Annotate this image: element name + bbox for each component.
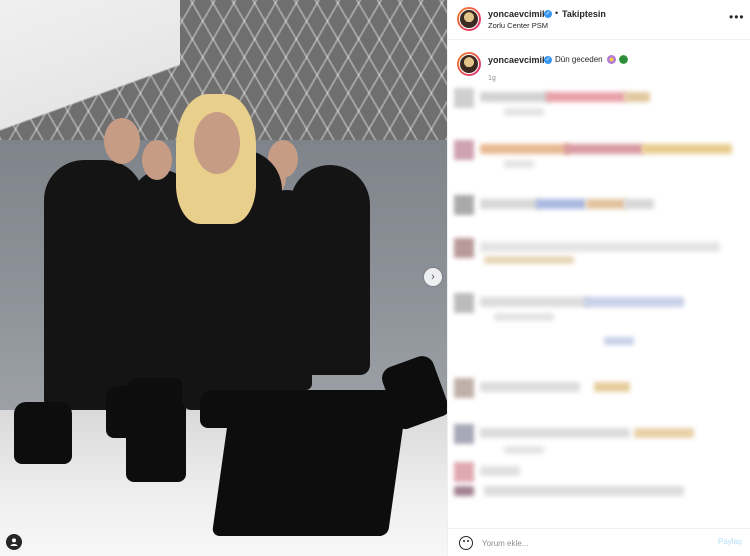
person-left-boot: [14, 402, 72, 464]
comment-blur: [634, 428, 694, 438]
comment-avatar: [454, 140, 474, 160]
comment-blur: [480, 466, 520, 476]
share-button[interactable]: Paylaş: [718, 537, 742, 546]
person-center-left-boot: [126, 378, 186, 482]
comment-row: [454, 462, 744, 496]
next-photo-button[interactable]: ›: [424, 268, 442, 286]
comment-blur: [484, 486, 684, 496]
post-location[interactable]: Zorlu Center PSM: [488, 21, 548, 30]
comment-blur: [504, 160, 534, 168]
comment-row: [454, 140, 744, 168]
comment-blur: [624, 199, 654, 209]
comment-blur: [584, 297, 684, 307]
caption-username[interactable]: yoncaevcimik: [488, 55, 547, 65]
person-center-head: [194, 112, 240, 174]
author-username[interactable]: yoncaevcimik: [488, 9, 547, 19]
caption-avatar-image: [459, 54, 479, 74]
comment-blur: [494, 313, 554, 321]
post-header: yoncaevcimik ✓ • Takiptesin Zorlu Center…: [448, 0, 750, 40]
comment-row: [454, 378, 744, 404]
separator-dot: •: [555, 8, 559, 18]
comment-blur: [594, 382, 630, 392]
comment-blur: [546, 92, 626, 102]
comment-avatar: [454, 424, 474, 444]
verified-badge-icon: ✓: [544, 10, 552, 18]
comment-blur: [484, 256, 574, 264]
post-side-panel: yoncaevcimik ✓ • Takiptesin Zorlu Center…: [447, 0, 750, 556]
comment-avatar: [454, 293, 474, 313]
comment-avatar: [454, 378, 474, 398]
comment-avatar: [454, 195, 474, 215]
author-avatar[interactable]: [457, 7, 481, 31]
comment-row: [454, 88, 744, 116]
smile-icon[interactable]: [459, 536, 473, 550]
follow-status[interactable]: Takiptesin: [562, 9, 606, 19]
caption-text: Dün geceden: [555, 55, 603, 64]
comment-blur: [564, 144, 644, 154]
comment-blur: [480, 428, 630, 438]
person-center-boot-2: [200, 390, 252, 428]
clover-emoji-icon: [619, 55, 628, 64]
photo-ceiling-light: [0, 0, 180, 150]
post-time-ago[interactable]: 1g: [488, 75, 496, 82]
person-left: [44, 160, 144, 410]
comment-blur: [480, 144, 570, 154]
comment-row: [454, 238, 744, 264]
flower-emoji-icon: [607, 55, 616, 64]
comment-row: [454, 195, 744, 221]
user-tag-icon[interactable]: [6, 534, 22, 550]
comment-blur: [480, 242, 720, 252]
comment-bar: Paylaş: [448, 528, 750, 556]
chevron-right-icon: ›: [431, 271, 435, 283]
author-avatar-image: [459, 9, 479, 29]
comment-blur: [624, 92, 650, 102]
comment-row: [454, 293, 744, 345]
comment-blur: [480, 92, 550, 102]
more-options-icon[interactable]: •••: [729, 10, 745, 24]
caption-avatar[interactable]: [457, 52, 481, 76]
comment-blur: [536, 199, 586, 209]
comment-blur: [480, 199, 540, 209]
comment-blur: [480, 297, 590, 307]
user-tag-glyph: [10, 538, 18, 546]
comment-blur: [604, 337, 634, 345]
person-center-left-head: [142, 140, 172, 180]
post-photo[interactable]: ›: [0, 0, 447, 556]
comment-blur: [504, 446, 544, 454]
person-left-head: [104, 118, 140, 164]
comment-avatar: [454, 238, 474, 258]
comment-blur: [504, 108, 544, 116]
comment-blur: [642, 144, 732, 154]
comment-blur: [480, 382, 580, 392]
comment-blur: [586, 199, 626, 209]
comment-avatar: [454, 462, 474, 482]
comment-avatar: [454, 88, 474, 108]
caption-verified-badge-icon: ✓: [544, 56, 552, 64]
comment-row: [454, 424, 744, 454]
comment-input[interactable]: [482, 535, 712, 551]
comment-blur: [454, 486, 474, 496]
